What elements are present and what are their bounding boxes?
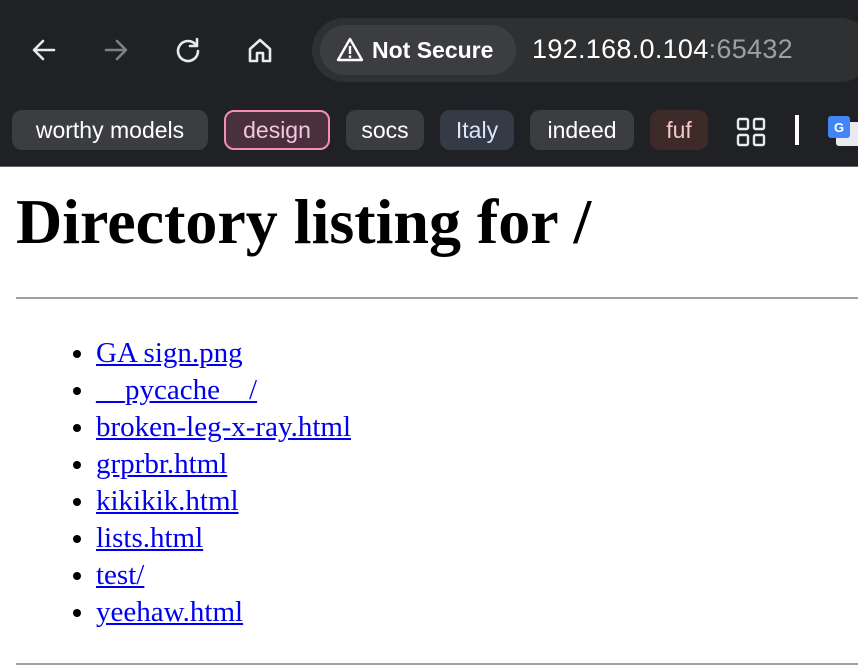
reload-icon bbox=[176, 37, 200, 63]
file-list: GA sign.png __pycache__/ broken-leg-x-ra… bbox=[0, 335, 351, 631]
list-item: yeehaw.html bbox=[96, 594, 351, 631]
list-item: __pycache__/ bbox=[96, 372, 351, 409]
bookmark-label: fuf bbox=[666, 116, 692, 143]
url-port: :65432 bbox=[708, 34, 793, 64]
bookmark-label: Italy bbox=[455, 116, 499, 143]
bookmarks-divider bbox=[795, 115, 799, 145]
apps-grid-icon[interactable] bbox=[736, 117, 766, 147]
bookmarks-bar: worthy models design socs Italy indeed f… bbox=[0, 110, 858, 150]
url-text[interactable]: 192.168.0.104:65432 bbox=[532, 34, 793, 65]
security-indicator[interactable]: Not Secure bbox=[320, 25, 516, 75]
bookmark-label: design bbox=[243, 116, 311, 143]
address-bar[interactable]: Not Secure 192.168.0.104:65432 bbox=[312, 18, 858, 82]
bookmark-fuf[interactable]: fuf bbox=[650, 110, 708, 150]
google-translate-icon[interactable]: G bbox=[828, 114, 858, 148]
list-item: broken-leg-x-ray.html bbox=[96, 409, 351, 446]
bookmark-label: socs bbox=[361, 116, 409, 143]
list-item: test/ bbox=[96, 557, 351, 594]
bookmark-label: indeed bbox=[547, 116, 617, 143]
browser-toolbar: Not Secure 192.168.0.104:65432 bbox=[0, 0, 858, 100]
top-divider bbox=[16, 297, 858, 299]
folder-link[interactable]: test/ bbox=[96, 559, 144, 591]
reload-button[interactable] bbox=[166, 28, 210, 72]
bookmark-indeed[interactable]: indeed bbox=[530, 110, 634, 150]
back-button[interactable] bbox=[22, 28, 66, 72]
file-link[interactable]: broken-leg-x-ray.html bbox=[96, 411, 351, 443]
home-button[interactable] bbox=[238, 28, 282, 72]
list-item: lists.html bbox=[96, 520, 351, 557]
list-item: kikikik.html bbox=[96, 483, 351, 520]
bookmark-socs[interactable]: socs bbox=[346, 110, 424, 150]
file-link[interactable]: lists.html bbox=[96, 522, 203, 554]
list-item: grprbr.html bbox=[96, 446, 351, 483]
file-link[interactable]: grprbr.html bbox=[96, 448, 227, 480]
forward-arrow-icon bbox=[104, 39, 128, 61]
list-item: GA sign.png bbox=[96, 335, 351, 372]
svg-text:G: G bbox=[834, 120, 844, 135]
file-link[interactable]: kikikik.html bbox=[96, 485, 239, 517]
page-title: Directory listing for / bbox=[16, 186, 592, 257]
security-label: Not Secure bbox=[372, 36, 494, 63]
bottom-divider bbox=[16, 663, 858, 665]
warning-icon bbox=[336, 37, 364, 62]
file-link[interactable]: GA sign.png bbox=[96, 337, 243, 369]
file-link[interactable]: yeehaw.html bbox=[96, 596, 243, 628]
back-arrow-icon bbox=[32, 39, 56, 61]
url-host: 192.168.0.104 bbox=[532, 34, 709, 64]
bookmark-worthy-models[interactable]: worthy models bbox=[12, 110, 208, 150]
bookmark-label: worthy models bbox=[35, 116, 185, 143]
forward-button[interactable] bbox=[94, 28, 138, 72]
bookmark-italy[interactable]: Italy bbox=[440, 110, 514, 150]
browser-chrome: Not Secure 192.168.0.104:65432 worthy mo… bbox=[0, 0, 858, 167]
home-icon bbox=[248, 38, 272, 63]
folder-link[interactable]: __pycache__/ bbox=[96, 374, 257, 406]
bookmark-design[interactable]: design bbox=[224, 110, 330, 150]
